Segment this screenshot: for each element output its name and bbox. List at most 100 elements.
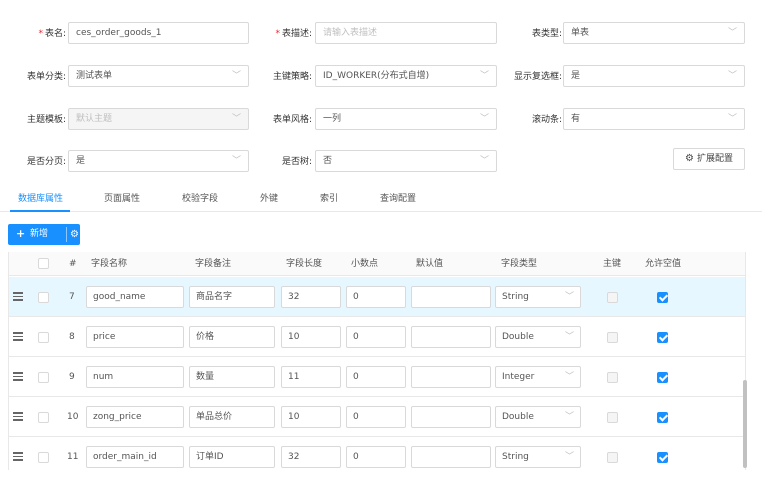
table-name-label: * 表名: (38, 29, 66, 39)
default-value-input[interactable] (411, 366, 491, 388)
field-length-input[interactable]: 11 (281, 366, 341, 388)
show-checkbox-select[interactable]: 是 ﹀ (563, 65, 745, 87)
field-remark-input[interactable]: 商品名字 (189, 286, 275, 308)
tab-db-properties[interactable]: 数据库属性 (18, 188, 63, 212)
nullable-checkbox[interactable] (657, 412, 668, 423)
column-settings-gear-icon[interactable]: ⚙ (70, 224, 79, 245)
field-name-input[interactable]: order_main_id (86, 446, 184, 468)
show-checkbox-label: 显示复选框: (513, 72, 562, 82)
form-style-select[interactable]: 一列 ﹀ (315, 108, 497, 130)
field-name-input[interactable]: price (86, 326, 184, 348)
field-type-select[interactable]: String ﹀ (495, 446, 581, 468)
col-primary-key: 主键 (603, 259, 622, 269)
chevron-down-icon: ﹀ (727, 28, 737, 38)
decimal-input[interactable]: 0 (346, 366, 406, 388)
primary-key-checkbox[interactable] (607, 412, 618, 423)
chevron-down-icon: ﹀ (231, 71, 241, 81)
row-checkbox[interactable] (38, 412, 49, 423)
form-row-2: 表单分类: 测试表单 ﹀ 主键策略: ID_WORKER(分布式自增) ﹀ 显示复选… (0, 65, 762, 89)
row-checkbox[interactable] (38, 372, 49, 383)
form-category-select[interactable]: 测试表单 ﹀ (68, 65, 249, 87)
table-type-label: 表类型: (531, 29, 562, 39)
primary-key-checkbox[interactable] (607, 372, 618, 383)
nullable-checkbox[interactable] (657, 292, 668, 303)
extend-config-button[interactable]: ⚙ 扩展配置 (673, 148, 745, 170)
form-category-label: 表单分类: (26, 72, 66, 82)
drag-handle-icon[interactable] (13, 332, 23, 341)
row-checkbox[interactable] (38, 332, 49, 343)
tab-validation-fields[interactable]: 校验字段 (182, 188, 218, 212)
field-length-input[interactable]: 10 (281, 406, 341, 428)
table-name-input[interactable]: ces_order_goods_1 (68, 22, 249, 44)
chevron-down-icon: ﹀ (727, 71, 737, 81)
col-decimal: 小数点 (351, 259, 379, 269)
field-remark-input[interactable]: 单品总价 (189, 406, 275, 428)
table-type-select[interactable]: 单表 ﹀ (563, 22, 745, 44)
field-name-input[interactable]: zong_price (86, 406, 184, 428)
table-row[interactable]: 7 good_name 商品名字 32 0 String ﹀ (9, 277, 745, 317)
add-button[interactable]: 新增 (30, 224, 48, 245)
add-button-group: + 新增 ⚙ (8, 224, 80, 245)
table-row[interactable]: 9 num 数量 11 0 Integer ﹀ (9, 357, 745, 397)
table-row[interactable]: 11 order_main_id 订单ID 32 0 String ﹀ (9, 437, 745, 470)
nullable-checkbox[interactable] (657, 452, 668, 463)
paginate-select[interactable]: 是 ﹀ (68, 150, 249, 172)
nullable-checkbox[interactable] (657, 332, 668, 343)
table-row[interactable]: 8 price 价格 10 0 Double ﹀ (9, 317, 745, 357)
decimal-input[interactable]: 0 (346, 446, 406, 468)
row-checkbox[interactable] (38, 452, 49, 463)
field-type-select[interactable]: Double ﹀ (495, 326, 581, 348)
scrollbar-select[interactable]: 有 ﹀ (563, 108, 745, 130)
field-name-input[interactable]: num (86, 366, 184, 388)
field-length-input[interactable]: 32 (281, 286, 341, 308)
decimal-input[interactable]: 0 (346, 326, 406, 348)
decimal-input[interactable]: 0 (346, 406, 406, 428)
table-vertical-scrollbar[interactable] (743, 380, 747, 468)
default-value-input[interactable] (411, 286, 491, 308)
tab-foreign-keys[interactable]: 外键 (260, 188, 278, 212)
tab-page-properties[interactable]: 页面属性 (104, 188, 140, 212)
pk-strategy-select[interactable]: ID_WORKER(分布式自增) ﹀ (315, 65, 497, 87)
chevron-down-icon: ﹀ (564, 412, 574, 422)
required-asterisk: * (275, 29, 280, 39)
field-length-input[interactable]: 32 (281, 446, 341, 468)
table-desc-input[interactable]: 请输入表描述 (315, 22, 497, 44)
primary-key-checkbox[interactable] (607, 452, 618, 463)
paginate-label: 是否分页: (26, 157, 66, 167)
chevron-down-icon: ﹀ (564, 292, 574, 302)
default-value-input[interactable] (411, 446, 491, 468)
field-remark-input[interactable]: 价格 (189, 326, 275, 348)
row-checkbox[interactable] (38, 292, 49, 303)
chevron-down-icon: ﹀ (564, 332, 574, 342)
default-value-input[interactable] (411, 406, 491, 428)
field-type-select[interactable]: String ﹀ (495, 286, 581, 308)
drag-handle-icon[interactable] (13, 452, 23, 461)
drag-handle-icon[interactable] (13, 372, 23, 381)
nullable-checkbox[interactable] (657, 372, 668, 383)
drag-handle-icon[interactable] (13, 292, 23, 301)
field-type-select[interactable]: Integer ﹀ (495, 366, 581, 388)
field-length-input[interactable]: 10 (281, 326, 341, 348)
select-all-checkbox[interactable] (38, 258, 49, 269)
field-remark-input[interactable]: 订单ID (189, 446, 275, 468)
tab-query-config[interactable]: 查询配置 (380, 188, 416, 212)
form-row-1: * 表名: ces_order_goods_1 * 表描述: 请输入表描述 表类型:… (0, 22, 762, 46)
tab-indexes[interactable]: 索引 (320, 188, 338, 212)
col-nullable: 允许空值 (645, 259, 682, 269)
field-name-input[interactable]: good_name (86, 286, 184, 308)
plus-icon[interactable]: + (16, 224, 25, 244)
field-type-select[interactable]: Double ﹀ (495, 406, 581, 428)
theme-template-select: 默认主题 ﹀ (68, 108, 249, 130)
table-row[interactable]: 10 zong_price 单品总价 10 0 Double ﹀ (9, 397, 745, 437)
row-number: 7 (69, 292, 75, 302)
drag-handle-icon[interactable] (13, 412, 23, 421)
primary-key-checkbox[interactable] (607, 292, 618, 303)
field-remark-input[interactable]: 数量 (189, 366, 275, 388)
row-number: 11 (67, 452, 79, 462)
decimal-input[interactable]: 0 (346, 286, 406, 308)
primary-key-checkbox[interactable] (607, 332, 618, 343)
row-number: 8 (69, 332, 75, 342)
gear-icon: ⚙ (685, 153, 694, 164)
is-tree-select[interactable]: 否 ﹀ (315, 150, 497, 172)
default-value-input[interactable] (411, 326, 491, 348)
